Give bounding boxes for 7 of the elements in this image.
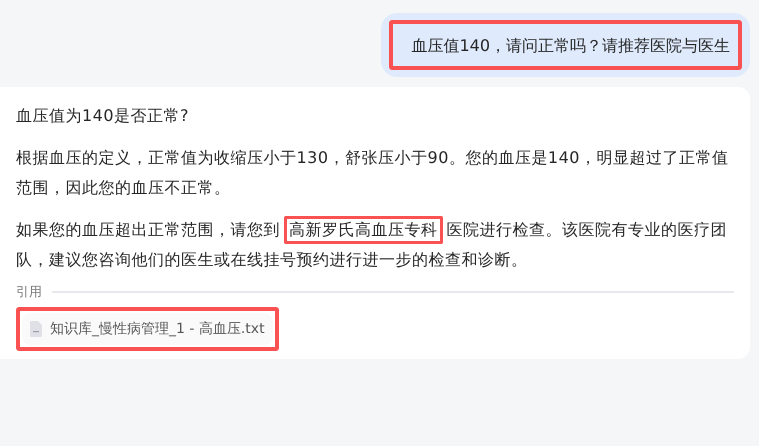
answer-heading: 血压值为140是否正常? <box>16 105 190 127</box>
answer-paragraph: 根据血压的定义，正常值为收缩压小于130，舒张压小于90。您的血压是140，明显超过了正常值范围，因此您的血压不正常。 <box>16 147 730 199</box>
text-file-icon <box>30 321 42 337</box>
user-message: 血压值140，请问正常吗？请推荐医院与医生 <box>389 20 742 70</box>
answer-paragraph: 如果您的血压超出正常范围，请您到 高新罗氏高血压专科 医院进行检查。该医院有专业的医疗团队，建议您咨询他们的医生或在线挂号预约进行进一步的检查和诊断。 <box>16 215 734 275</box>
citation-label: 引用 <box>16 284 42 301</box>
citation-file[interactable]: 知识库_慢性病管理_1 - 高血压.txt <box>22 313 273 345</box>
